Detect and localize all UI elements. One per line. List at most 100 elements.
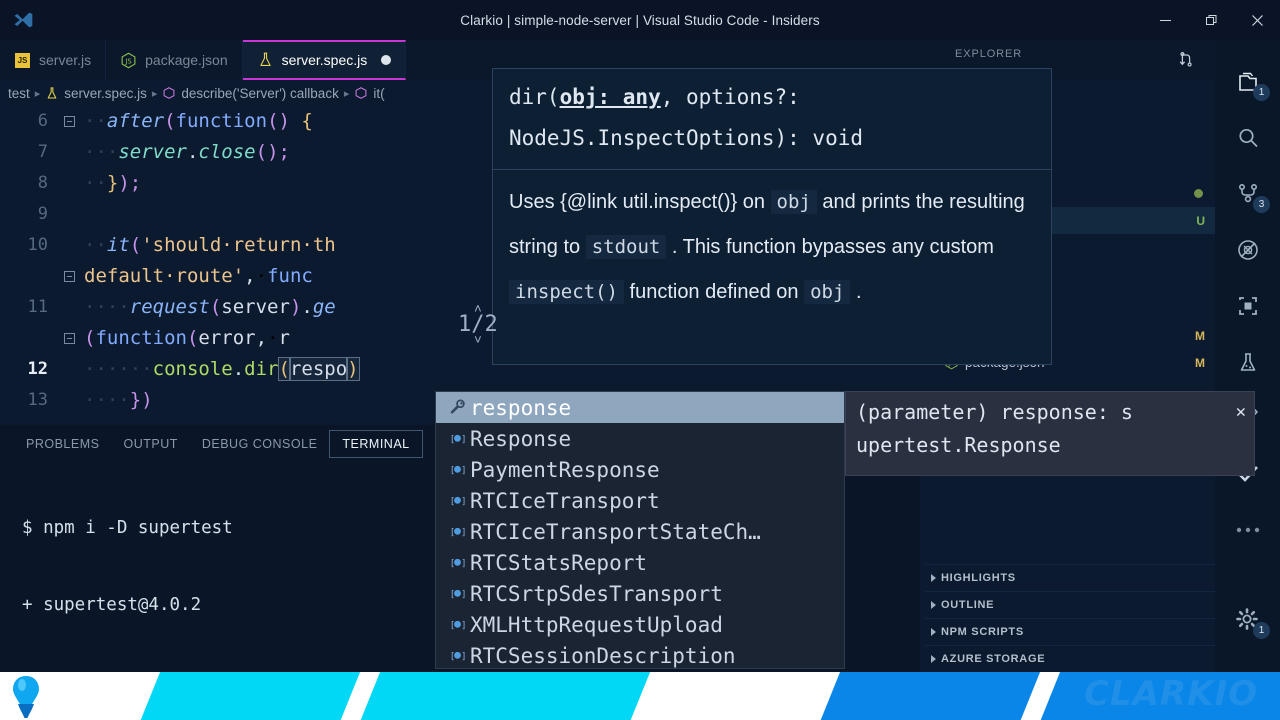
close-icon[interactable]: ✕ [1236, 396, 1246, 429]
breadcrumb-item-describe[interactable]: describe('Server') callback [181, 86, 338, 101]
fold-toggle[interactable] [58, 333, 80, 344]
signature-help-counter[interactable]: ˄ 1/2 ˅ [458, 303, 498, 347]
chevron-right-icon [931, 574, 936, 582]
tab-debug-console[interactable]: DEBUG CONSOLE [190, 431, 330, 457]
suggest-widget[interactable]: response [ ] Response [] PaymentResponse… [435, 391, 845, 669]
activity-test-beaker-icon[interactable] [1215, 334, 1280, 390]
banner-stripe [811, 672, 1049, 720]
line-number: 8 [37, 173, 48, 193]
chevron-right-icon [931, 655, 936, 663]
fold-toggle[interactable] [58, 116, 80, 127]
tab-problems[interactable]: PROBLEMS [14, 431, 111, 457]
minimize-button[interactable] [1142, 0, 1188, 40]
suggest-label: RTCIceTransport [470, 488, 660, 513]
suggest-details-line1: (parameter) response: s [856, 400, 1133, 424]
section-label: OUTLINE [941, 599, 995, 611]
symbol-method-icon [162, 86, 176, 101]
chevron-down-icon[interactable]: ˅ [458, 334, 498, 347]
symbol-class-icon: [] [444, 648, 470, 663]
svg-text:[: [ [449, 590, 454, 600]
section-label: HIGHLIGHTS [941, 572, 1016, 584]
hover-documentation: Uses {@link util.inspect()} on obj and p… [509, 190, 1025, 304]
suggest-item[interactable]: [] RTCIceTransport [436, 485, 844, 516]
hover-signature: dir(obj: any, options?: NodeJS.InspectOp… [493, 69, 1051, 170]
suggest-label: response [470, 395, 572, 420]
symbol-class-icon: [] [444, 493, 470, 508]
tab-package-json[interactable]: JS package.json [106, 40, 243, 80]
sidebar-section-npm-scripts[interactable]: NPM SCRIPTS [925, 618, 1215, 645]
activity-search-icon[interactable] [1215, 110, 1280, 166]
suggest-item[interactable]: response [436, 392, 844, 423]
tab-output[interactable]: OUTPUT [111, 431, 189, 457]
tab-server-js[interactable]: JS server.js [0, 40, 107, 80]
tab-server-spec-js[interactable]: server.spec.js [242, 40, 407, 80]
tab-dirty-indicator[interactable] [381, 55, 392, 65]
breadcrumb-item-it[interactable]: it( [373, 86, 384, 101]
fold-toggle[interactable] [58, 271, 80, 282]
suggest-label: XMLHttpRequestUpload [470, 612, 723, 637]
suggest-item[interactable]: [] PaymentResponse [436, 454, 844, 485]
chevron-right-icon [931, 601, 936, 609]
brand-logo: CLARKIO [1083, 674, 1258, 714]
svg-text:]: ] [461, 621, 466, 631]
line-number: 7 [37, 142, 48, 162]
activity-run-debug-icon[interactable] [1215, 222, 1280, 278]
activity-explorer-icon[interactable]: 1 [1215, 54, 1280, 110]
sidebar-section-highlights[interactable]: HIGHLIGHTS [925, 564, 1215, 591]
symbol-class-icon: [] [444, 586, 470, 601]
chevron-right-icon: ▸ [151, 87, 158, 100]
svg-text:]: ] [461, 528, 466, 538]
svg-text:]: ] [461, 466, 466, 476]
line-content: (function(error,·r [84, 327, 290, 349]
tab-terminal[interactable]: TERMINAL [329, 430, 423, 458]
sidebar-section-outline[interactable]: OUTLINE [925, 591, 1215, 618]
sidebar-section-azure-storage[interactable]: AZURE STORAGE [925, 645, 1215, 672]
split-compare-icon[interactable] [1170, 44, 1202, 76]
tab-label: package.json [145, 52, 228, 68]
green-dot-icon [1194, 189, 1203, 198]
inline-code: stdout [585, 235, 667, 259]
inline-code: inspect() [509, 280, 624, 304]
inline-code: obj [804, 280, 851, 304]
test-flask-icon [257, 52, 274, 69]
maximize-button[interactable] [1188, 0, 1234, 40]
breadcrumb-item-test[interactable]: test [8, 86, 30, 101]
suggest-item[interactable]: [] RTCStatsReport [436, 547, 844, 578]
tab-label: server.js [39, 52, 92, 68]
badge: 1 [1253, 622, 1270, 639]
svg-text:]: ] [461, 590, 466, 600]
test-flask-icon [45, 86, 59, 101]
suggest-label: PaymentResponse [470, 457, 660, 482]
chevron-right-icon: ▸ [343, 87, 350, 100]
suggest-item[interactable]: [] RTCSrtpSdesTransport [436, 578, 844, 609]
close-button[interactable] [1234, 0, 1280, 40]
activity-settings-gear-icon[interactable]: 1 [1215, 592, 1280, 648]
badge: 1 [1253, 84, 1270, 101]
symbol-variable-icon [444, 398, 470, 417]
git-status-badge: M [1195, 328, 1205, 343]
breadcrumb-item-file[interactable]: server.spec.js [64, 86, 147, 101]
svg-text:]: ] [461, 652, 466, 662]
line-number: 10 [27, 235, 48, 255]
banner-stripe [351, 672, 659, 720]
suggest-item[interactable]: [] RTCIceTransportStateCh… [436, 516, 844, 547]
svg-text:[: [ [449, 559, 454, 569]
activity-remote-explorer-icon[interactable] [1215, 278, 1280, 334]
suggest-item[interactable]: [ ] Response [436, 423, 844, 454]
line-number: 13 [27, 390, 48, 410]
symbol-class-icon: [] [444, 524, 470, 539]
suggest-item[interactable]: [] RTCSessionDescription [436, 640, 844, 668]
suggest-label: RTCSrtpSdesTransport [470, 581, 723, 606]
banner-stripe [131, 672, 369, 720]
chevron-right-icon: ▸ [34, 87, 41, 100]
line-content: ··after(function() { [84, 110, 313, 132]
line-number: 6 [37, 111, 48, 131]
symbol-method-icon [354, 86, 368, 101]
svg-text:[: [ [449, 528, 454, 538]
stream-banner: CLARKIO [0, 672, 1280, 720]
line-content: ··it('should·return·th [84, 234, 336, 256]
suggest-item[interactable]: [] XMLHttpRequestUpload [436, 609, 844, 640]
nodejs-file-icon: JS [120, 52, 137, 69]
activity-more-dots-icon[interactable] [1215, 502, 1280, 558]
activity-source-control-icon[interactable]: 3 [1215, 166, 1280, 222]
